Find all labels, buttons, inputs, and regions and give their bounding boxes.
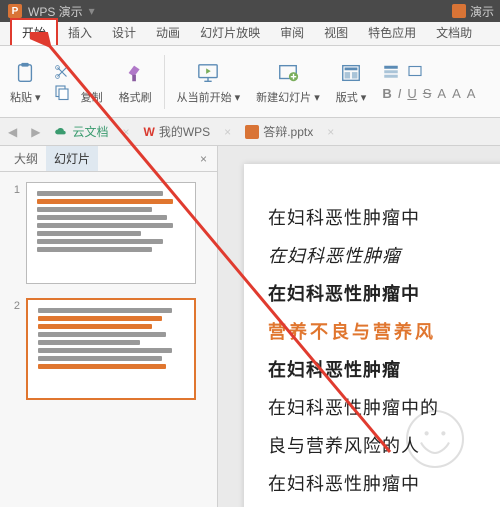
start-current-group[interactable]: 从当前开始 ▾ — [173, 57, 245, 107]
slide-page: 在妇科恶性肿瘤中 在妇科恶性肿瘤 在妇科恶性肿瘤中 营养不良与营养风 在妇科恶性… — [244, 164, 500, 507]
copy-label[interactable]: 复制 — [81, 89, 103, 105]
monitor-play-icon — [194, 59, 222, 87]
layout-group[interactable]: 版式 ▾ — [332, 57, 371, 107]
paste-group[interactable]: 粘贴 ▾ — [6, 57, 45, 107]
font-style-row: B I U S A A A — [382, 86, 475, 101]
paste-label: 粘贴 — [10, 92, 32, 104]
file-icon — [245, 125, 259, 139]
highlight-button[interactable]: A — [452, 86, 461, 101]
strike-button[interactable]: S — [423, 86, 432, 101]
thumb-number: 2 — [6, 298, 20, 400]
thumb-row-1: 1 — [6, 182, 211, 284]
fontcolor-button[interactable]: A — [437, 86, 446, 101]
w-icon: W — [144, 125, 155, 139]
tab-review[interactable]: 审阅 — [270, 20, 314, 45]
tab-special[interactable]: 特色应用 — [358, 20, 426, 45]
cloud-icon — [54, 125, 68, 139]
document-tabs: ◀ ▶ 云文档 × W 我的WPS × 答辩.pptx × — [0, 118, 500, 146]
thumbnail-list: 1 2 — [0, 172, 217, 507]
tab-slideshow[interactable]: 幻灯片放映 — [190, 20, 270, 45]
app-title: WPS 演示 — [28, 3, 83, 20]
italic-button[interactable]: I — [398, 86, 402, 101]
mywps-label: 我的WPS — [159, 123, 210, 140]
file-label: 答辩.pptx — [263, 123, 313, 140]
app-logo-icon: P — [8, 4, 22, 18]
file-tab[interactable]: 答辩.pptx — [245, 123, 313, 140]
new-slide-label: 新建幻灯片 — [256, 92, 311, 104]
cloud-docs-tab[interactable]: 云文档 — [54, 123, 108, 140]
fontsize-button[interactable]: A — [467, 86, 476, 101]
title-bar: P WPS 演示 ▾ — [0, 0, 500, 22]
tab-design[interactable]: 设计 — [102, 20, 146, 45]
layout-label: 版式 — [336, 92, 358, 104]
paste-icon — [11, 59, 39, 87]
brush-icon — [121, 59, 149, 87]
ribbon-tabs: 开始 插入 设计 动画 幻灯片放映 审阅 视图 特色应用 文档助 — [0, 22, 500, 46]
tab-insert[interactable]: 插入 — [58, 20, 102, 45]
text-line: 良与营养风险的人 — [268, 432, 500, 458]
format-painter-label: 格式刷 — [119, 89, 152, 105]
text-line: 在妇科恶性肿瘤中 — [268, 280, 500, 306]
present-label: 演示 — [470, 3, 494, 20]
section-icon[interactable] — [382, 62, 400, 80]
outline-tab[interactable]: 大纲 — [6, 146, 46, 171]
cloud-label: 云文档 — [72, 123, 108, 140]
close-panel-icon[interactable]: × — [196, 152, 211, 166]
text-line: 在妇科恶性肿瘤 — [268, 356, 500, 382]
tab-view[interactable]: 视图 — [314, 20, 358, 45]
underline-button[interactable]: U — [407, 86, 416, 101]
text-line: 在妇科恶性肿瘤中的 — [268, 394, 500, 420]
nav-back-icon[interactable]: ◀ — [8, 125, 17, 139]
thumb-number: 1 — [6, 182, 20, 284]
slide-thumbnail-2[interactable] — [26, 298, 196, 400]
side-tabs: 大纲 幻灯片 × — [0, 146, 217, 172]
slide-canvas[interactable]: 在妇科恶性肿瘤中 在妇科恶性肿瘤 在妇科恶性肿瘤中 营养不良与营养风 在妇科恶性… — [218, 146, 500, 507]
reset-icon[interactable] — [406, 62, 424, 80]
work-area: 大纲 幻灯片 × 1 2 — [0, 146, 500, 507]
side-panel: 大纲 幻灯片 × 1 2 — [0, 146, 218, 507]
ribbon: 粘贴 ▾ 复制 格式刷 从当前开始 ▾ 新建幻灯片 ▾ 版式 ▾ — [0, 46, 500, 118]
titlebar-right: 演示 — [446, 0, 500, 22]
layout-icon — [337, 59, 365, 87]
copy-icon[interactable] — [53, 83, 71, 101]
new-slide-group[interactable]: 新建幻灯片 ▾ — [252, 57, 324, 107]
tab-start[interactable]: 开始 — [10, 18, 58, 45]
bold-button[interactable]: B — [382, 86, 391, 101]
cut-icon[interactable] — [53, 63, 71, 81]
text-line: 营养不良与营养风 — [268, 318, 500, 344]
divider — [164, 55, 165, 109]
slides-tab[interactable]: 幻灯片 — [46, 146, 98, 171]
mywps-tab[interactable]: W 我的WPS — [144, 123, 211, 140]
present-icon[interactable] — [452, 4, 466, 18]
tab-animation[interactable]: 动画 — [146, 20, 190, 45]
text-line: 在妇科恶性肿瘤中 — [268, 204, 500, 230]
text-line: 在妇科恶性肿瘤中 — [268, 470, 500, 496]
thumb-row-2: 2 — [6, 298, 211, 400]
tab-dochelper[interactable]: 文档助 — [426, 20, 482, 45]
start-current-label: 从当前开始 — [177, 92, 232, 104]
format-painter-group[interactable]: 格式刷 — [115, 57, 156, 107]
slide-thumbnail-1[interactable] — [26, 182, 196, 284]
new-slide-icon — [274, 59, 302, 87]
nav-fwd-icon[interactable]: ▶ — [31, 125, 40, 139]
text-line: 在妇科恶性肿瘤 — [268, 242, 500, 268]
